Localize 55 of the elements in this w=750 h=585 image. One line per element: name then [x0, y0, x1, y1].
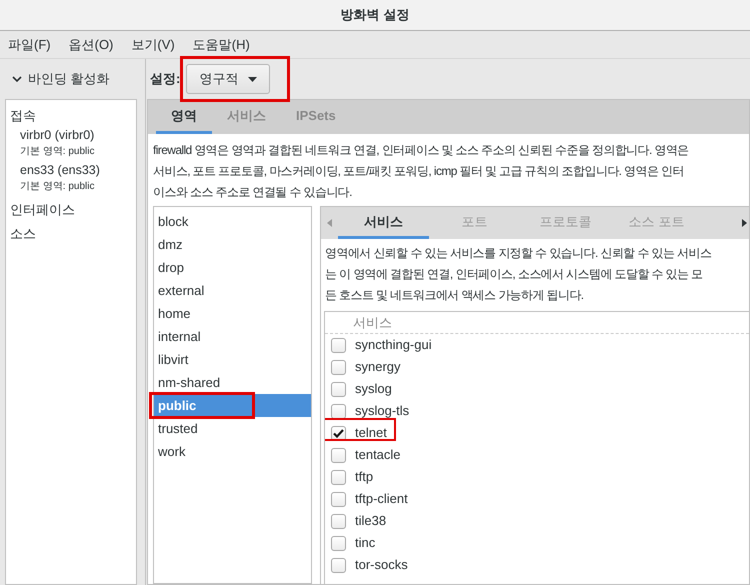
window-title: 방화벽 설정 — [340, 6, 410, 24]
checkbox[interactable] — [331, 448, 346, 462]
checkbox[interactable] — [331, 514, 346, 528]
section-label[interactable]: 소스 — [10, 224, 132, 244]
menu-item[interactable]: 옵션(O) — [66, 34, 116, 54]
checkbox[interactable] — [331, 404, 346, 418]
zone-item[interactable]: libvirt — [154, 348, 311, 371]
service-name: tftp-client — [355, 491, 408, 506]
zone-item[interactable]: internal — [154, 325, 311, 348]
sidebar-header[interactable]: 바인딩 활성화 — [28, 69, 110, 89]
scroll-right-icon[interactable] — [742, 219, 747, 227]
service-name: telnet — [355, 425, 387, 440]
config-label: 설정: — [150, 70, 180, 88]
checkbox[interactable] — [331, 536, 346, 550]
services-description: 영역에서 신뢰할 수 있는 서비스를 지정할 수 있습니다. 신뢰할 수 있는 서비스 는 이 영역에 결합된 연결, 인터페이스, 소스에서 시스템에 도달할 수 있는 모 든 호스트 및 네트워크에서 액세스 가능하게 됩니다. — [324, 245, 712, 304]
service-name: syslog — [355, 381, 392, 396]
menu-item[interactable]: 보기(V) — [129, 34, 177, 54]
tab[interactable]: 서비스 — [338, 207, 429, 239]
menu-item[interactable]: 도움말(H) — [190, 34, 252, 54]
connection-name[interactable]: ens33 (ens33) — [20, 161, 100, 180]
service-name: tile38 — [355, 513, 386, 528]
default-zone-text: 기본 영역: public — [20, 145, 94, 159]
checkbox[interactable] — [331, 426, 346, 440]
service-name: tor-socks — [355, 557, 408, 572]
config-dropdown[interactable]: 영구적 — [186, 64, 270, 94]
default-zone-text: 기본 영역: public — [20, 180, 94, 194]
checkbox[interactable] — [331, 360, 346, 374]
service-name: syncthing-gui — [355, 337, 432, 352]
zone-item[interactable]: work — [154, 440, 311, 463]
connection-name[interactable]: virbr0 (virbr0) — [20, 126, 94, 145]
zone-item[interactable]: drop — [154, 256, 311, 279]
menu-item[interactable]: 파일(F) — [6, 34, 53, 54]
checkbox[interactable] — [331, 558, 346, 572]
chevron-down-icon[interactable] — [12, 74, 22, 84]
scroll-left-icon[interactable] — [327, 219, 332, 227]
caret-icon — [248, 76, 258, 82]
checkbox[interactable] — [331, 492, 346, 506]
zone-description: firewalld 영역은 영역과 결합된 네트워크 연결, 인터페이스 및 소스 주소의 신뢰된 수준을 정의합니다. 영역은 서비스, 포트 프로토콜, 마스커레이딩, 포트/패킷 포워딩, icmp 필터 및 고급 규칙의 조합입니다. 영역은 인터 이스와 소스 주소로 연결될 수 있습니다. — [152, 142, 690, 201]
section-label[interactable]: 접속 — [10, 106, 132, 126]
service-name: tftp — [355, 469, 374, 484]
zone-item[interactable]: trusted — [154, 417, 311, 440]
service-name: tinc — [355, 535, 376, 550]
service-name: syslog-tls — [355, 403, 410, 418]
service-name: tentacle — [355, 447, 401, 462]
zone-item[interactable]: home — [154, 302, 311, 325]
tab[interactable]: 영역 — [156, 100, 212, 134]
zone-item[interactable]: nm-shared — [154, 371, 311, 394]
zone-item[interactable]: dmz — [154, 233, 311, 256]
service-name: synergy — [355, 359, 401, 374]
zone-item[interactable]: block — [154, 210, 311, 233]
checkbox[interactable] — [331, 382, 346, 396]
section-label[interactable]: 인터페이스 — [10, 200, 132, 220]
checkbox[interactable] — [331, 338, 346, 352]
checkbox[interactable] — [331, 470, 346, 484]
zone-item[interactable]: external — [154, 279, 311, 302]
